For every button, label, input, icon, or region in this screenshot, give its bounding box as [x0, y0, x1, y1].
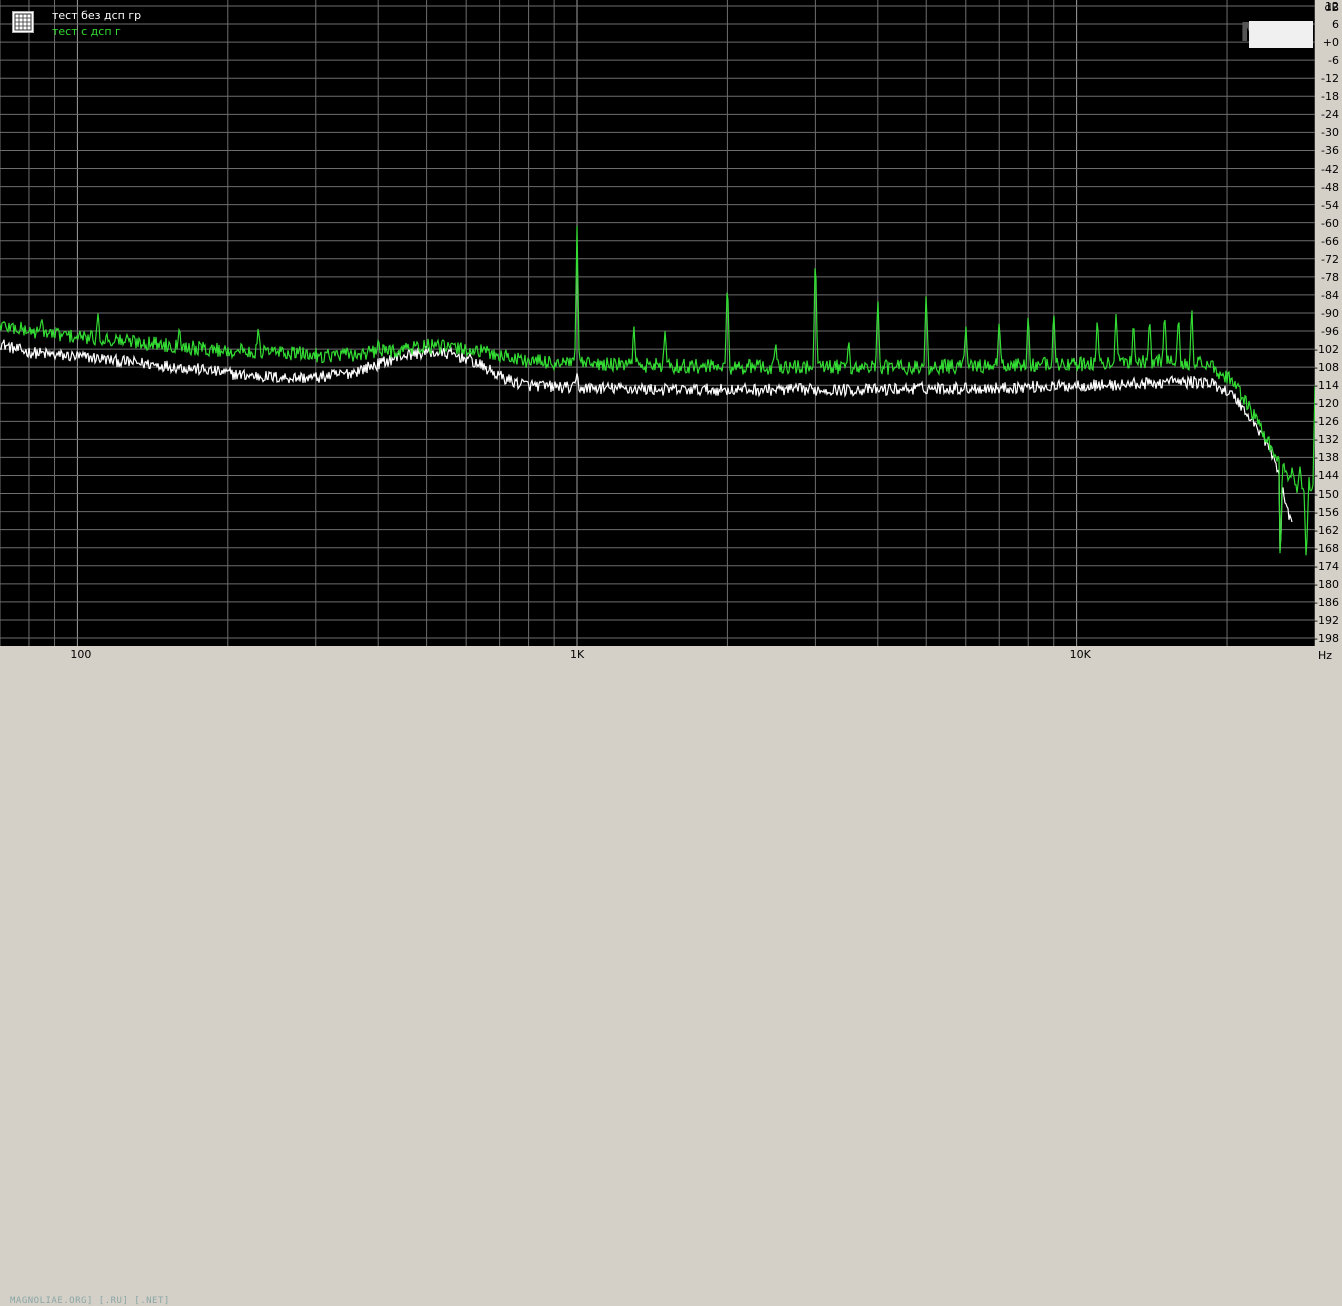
- y-tick-label: -120: [1314, 397, 1339, 411]
- x-unit-label: Hz: [1318, 649, 1333, 662]
- overlay-box: [1249, 21, 1313, 48]
- y-tick-label: -42: [1321, 162, 1339, 176]
- x-axis: MAGNOLIAE.ORG] [.RU] [.NET] 100 1K 10K: [0, 646, 1315, 1306]
- y-tick-label: -6: [1328, 54, 1339, 68]
- y-tick-label: -192: [1314, 613, 1339, 627]
- legend-entry-series-1: тест без дсп гр: [52, 9, 142, 22]
- y-tick-label: -78: [1321, 270, 1339, 284]
- y-tick-label: -24: [1321, 108, 1339, 122]
- y-tick-label: -162: [1314, 523, 1339, 537]
- plot-area[interactable]: тест без дсп гр тест с дсп г M: [0, 0, 1315, 646]
- y-tick-label: -138: [1314, 451, 1339, 465]
- y-tick-label: -102: [1314, 343, 1339, 357]
- y-tick-label: -114: [1314, 379, 1339, 393]
- spectrum-chart: [0, 0, 1315, 646]
- y-tick-label: -12: [1321, 72, 1339, 86]
- y-axis: dB 12 6 +0 -6 -12 -18 -24 -30 -36 -42 -48 -54 -60 -66…: [1314, 0, 1342, 663]
- legend-grid-icon[interactable]: [12, 11, 34, 33]
- y-tick-label: -90: [1321, 306, 1339, 320]
- y-tick-label: -126: [1314, 415, 1339, 429]
- y-tick-label: -174: [1314, 559, 1339, 573]
- watermark: MAGNOLIAE.ORG] [.RU] [.NET]: [10, 1296, 170, 1306]
- x-tick-label: 10K: [1069, 648, 1091, 661]
- y-tick-label: 6: [1332, 18, 1339, 32]
- y-tick-label: -54: [1321, 198, 1339, 212]
- y-tick-label: -186: [1314, 595, 1339, 609]
- y-tick-label: -180: [1314, 577, 1339, 591]
- y-tick-label: -156: [1314, 505, 1339, 519]
- y-tick-label: -198: [1314, 632, 1339, 645]
- y-tick-label: -48: [1321, 180, 1339, 194]
- y-tick-label: -60: [1321, 216, 1339, 230]
- x-tick-label: 100: [70, 648, 92, 661]
- y-tick-label: -36: [1321, 144, 1339, 158]
- y-tick-label: -18: [1321, 90, 1339, 104]
- y-tick-label: -72: [1321, 252, 1339, 266]
- y-tick-label: -144: [1314, 469, 1339, 483]
- y-tick-label: -168: [1314, 541, 1339, 555]
- y-tick-label: -84: [1321, 288, 1339, 302]
- y-tick-label: -150: [1314, 487, 1339, 501]
- y-tick-label: +0: [1322, 36, 1339, 50]
- y-tick-label: 12: [1325, 0, 1339, 13]
- y-tick-label: -132: [1314, 433, 1339, 447]
- y-tick-label: -66: [1321, 234, 1339, 248]
- x-tick-label: 1K: [570, 648, 585, 661]
- y-tick-label: -96: [1321, 325, 1339, 339]
- legend-entry-series-2: тест с дсп г: [52, 25, 121, 38]
- y-tick-label: -108: [1314, 361, 1339, 375]
- y-tick-label: -30: [1321, 126, 1339, 140]
